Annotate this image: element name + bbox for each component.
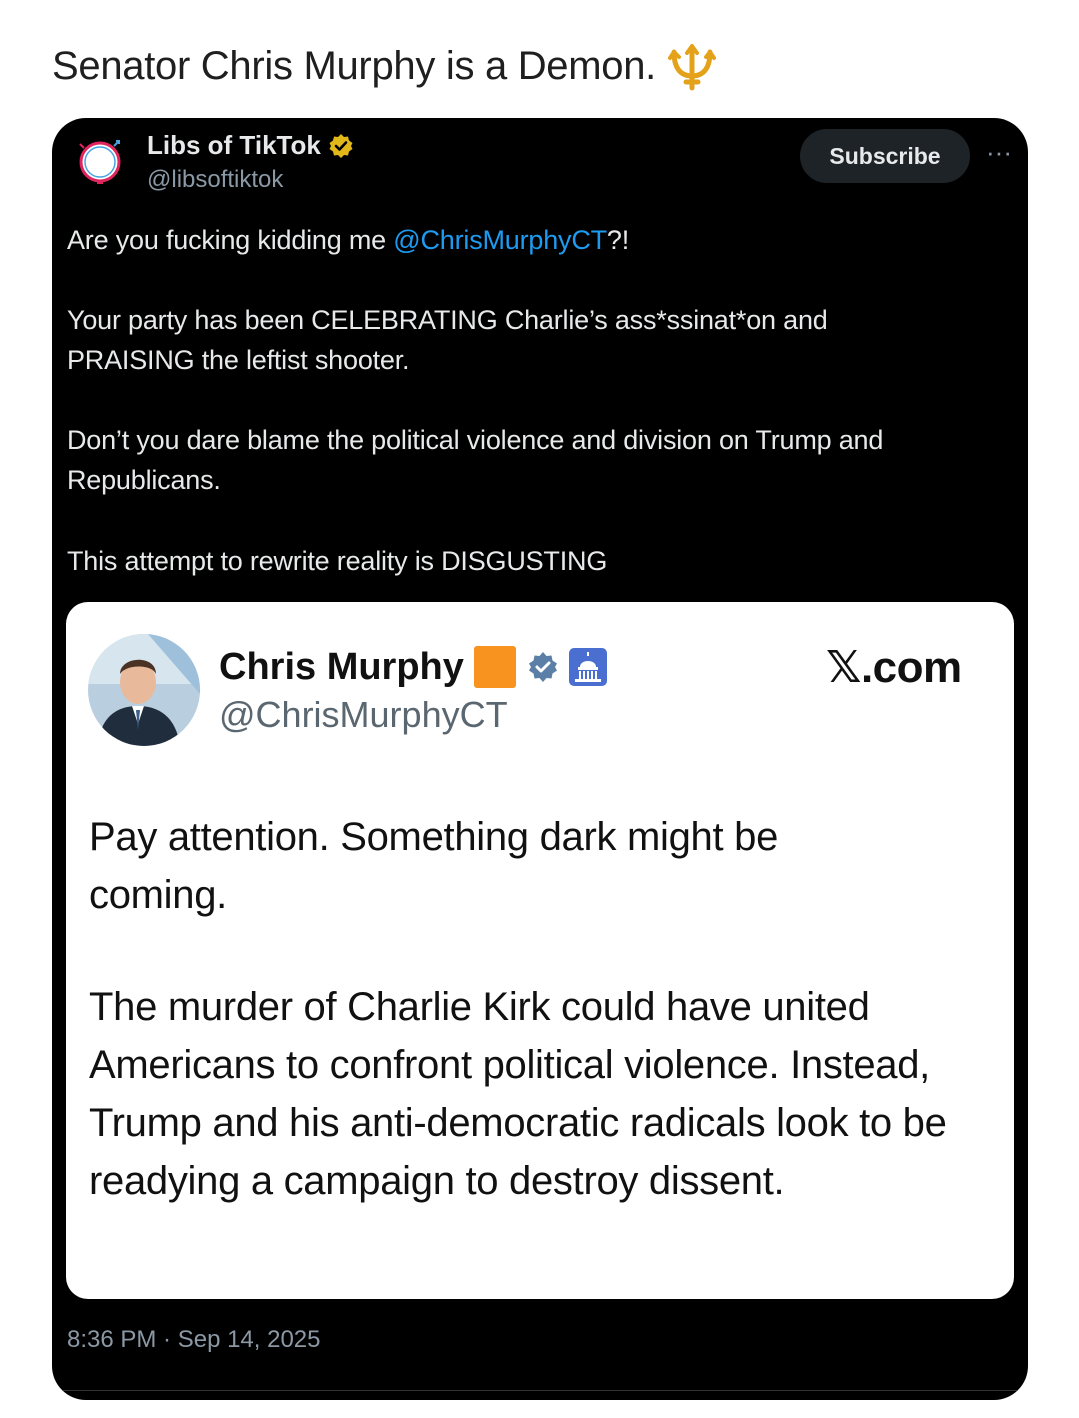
orange-square-icon bbox=[473, 646, 516, 688]
quoted-paragraph-1: Pay attention. Something dark might be c… bbox=[89, 815, 779, 917]
mention-link[interactable]: @ChrisMurphyCT bbox=[393, 225, 607, 255]
tweet-paragraph-3: Don’t you dare blame the political viole… bbox=[67, 425, 884, 495]
verified-badge-icon bbox=[329, 133, 353, 158]
tweet-line-1-suffix: ?! bbox=[606, 225, 630, 255]
verified-badge-icon bbox=[528, 652, 557, 682]
tweet-timestamp[interactable]: 8:36 PM · Sep 14, 2025 bbox=[67, 1326, 321, 1354]
x-com-logo: 𝕏.com bbox=[826, 643, 962, 692]
trident-icon bbox=[667, 44, 716, 91]
author-name-text[interactable]: Libs of TikTok bbox=[147, 130, 321, 161]
caption-text: Senator Chris Murphy is a Demon. bbox=[52, 43, 656, 88]
post-caption: Senator Chris Murphy is a Demon. bbox=[52, 40, 718, 92]
subscribe-button[interactable]: Subscribe bbox=[800, 129, 970, 183]
tweet-paragraph-4: This attempt to rewrite reality is DISGU… bbox=[67, 546, 608, 576]
quoted-author-name: Chris Murphy bbox=[219, 644, 608, 690]
author-handle[interactable]: @libsoftiktok bbox=[147, 166, 283, 194]
quoted-author-handle: @ChrisMurphyCT bbox=[219, 694, 508, 735]
capitol-icon bbox=[568, 648, 607, 686]
author-name[interactable]: Libs of TikTok bbox=[147, 130, 355, 161]
more-options-icon[interactable]: ··· bbox=[984, 139, 1014, 170]
tweet-line-1-prefix: Are you fucking kidding me bbox=[67, 225, 394, 255]
quoted-paragraph-2: The murder of Charlie Kirk could have un… bbox=[89, 985, 947, 1203]
tweet-line-1: Are you fucking kidding me @ChrisMurphyC… bbox=[67, 220, 1007, 260]
quoted-tweet-image[interactable]: Chris Murphy @ChrisMurphyCT 𝕏.com Pay at… bbox=[66, 602, 1014, 1299]
divider bbox=[52, 1390, 1028, 1391]
quoted-author-name-text: Chris Murphy bbox=[219, 645, 464, 688]
libs-of-tiktok-avatar[interactable] bbox=[78, 140, 122, 184]
tweet-paragraph-2: Your party has been CELEBRATING Charlie’… bbox=[67, 305, 828, 375]
tweet-card[interactable]: Libs of TikTok @libsoftiktok Subscribe ·… bbox=[52, 118, 1028, 1400]
chris-murphy-avatar bbox=[88, 634, 200, 746]
